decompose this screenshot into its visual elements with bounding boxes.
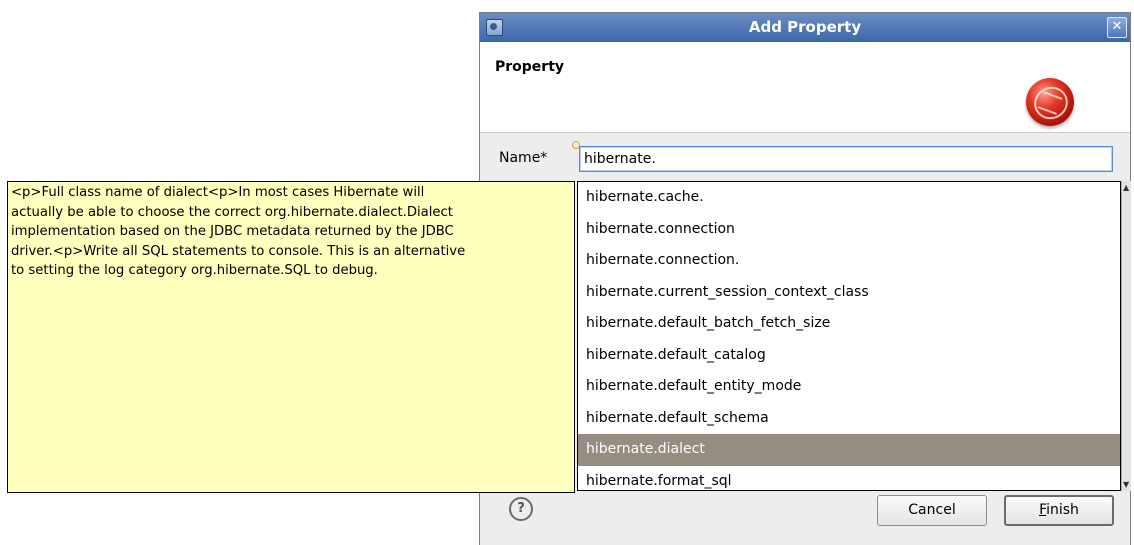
- name-field[interactable]: [579, 146, 1113, 172]
- hibernate-logo: [1026, 78, 1074, 126]
- proposal-item[interactable]: hibernate.dialect: [578, 434, 1120, 466]
- proposal-item[interactable]: hibernate.connection.: [578, 245, 1120, 277]
- proposal-item[interactable]: hibernate.default_catalog: [578, 340, 1120, 372]
- proposal-item[interactable]: hibernate.default_batch_fetch_size: [578, 308, 1120, 340]
- proposal-item[interactable]: hibernate.format_sql: [578, 466, 1120, 491]
- proposal-item[interactable]: hibernate.current_session_context_class: [578, 277, 1120, 309]
- finish-label: inish: [1046, 502, 1079, 518]
- proposal-list-scrollbar[interactable]: ▲ ▼: [1121, 181, 1131, 491]
- scroll-up-arrow-icon[interactable]: ▲: [1123, 183, 1129, 192]
- title-bar[interactable]: Add Property ✕: [480, 13, 1130, 42]
- dialog-header: Property: [480, 42, 1130, 133]
- finish-button[interactable]: Finish: [1004, 495, 1114, 526]
- proposal-item[interactable]: hibernate.default_entity_mode: [578, 371, 1120, 403]
- content-assist-proposal-list[interactable]: hibernate.cache. hibernate.connection hibe…: [577, 181, 1121, 491]
- help-icon[interactable]: ?: [509, 497, 533, 521]
- close-icon[interactable]: ✕: [1107, 17, 1127, 38]
- cancel-button[interactable]: Cancel: [877, 495, 987, 526]
- header-title: Property: [495, 59, 565, 75]
- proposal-item[interactable]: hibernate.cache.: [578, 182, 1120, 214]
- proposal-description-tooltip: <p>Full class name of dialect<p>In most …: [7, 181, 575, 493]
- dialog-title: Add Property: [748, 18, 862, 36]
- proposal-item[interactable]: hibernate.connection: [578, 214, 1120, 246]
- name-label: Name*: [499, 150, 548, 166]
- scroll-down-arrow-icon[interactable]: ▼: [1123, 480, 1129, 489]
- proposal-item[interactable]: hibernate.default_schema: [578, 403, 1120, 435]
